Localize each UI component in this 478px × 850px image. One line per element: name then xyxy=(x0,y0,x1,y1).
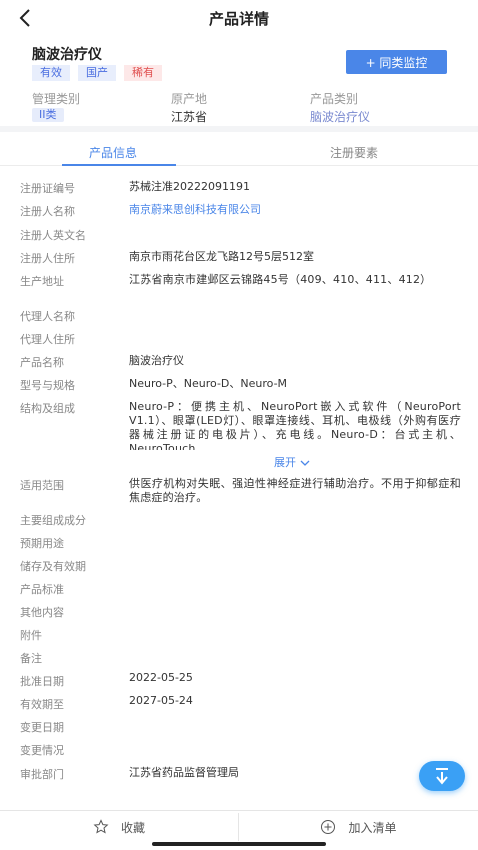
star-icon xyxy=(93,819,109,834)
row-label: 附件 xyxy=(20,629,42,642)
row-label: 代理人名称 xyxy=(20,310,75,323)
meta-label: 管理类别 xyxy=(32,92,81,106)
row-value: 供医疗机构对失眠、强迫性神经症进行辅助治疗。不用于抑郁症和焦虑症的治疗。 xyxy=(129,477,461,504)
row-label: 注册人名称 xyxy=(20,205,75,218)
row-value: 2027-05-24 xyxy=(129,694,193,707)
row-label: 适用范围 xyxy=(20,479,64,492)
row-value: 江苏省药品监督管理局 xyxy=(129,766,239,779)
registrant-link[interactable]: 南京蔚来思创科技有限公司 xyxy=(129,203,461,217)
row-label: 产品名称 xyxy=(20,356,64,369)
active-tab-indicator xyxy=(62,164,176,166)
row-value: 南京市雨花台区龙飞路12号5层512室 xyxy=(129,250,314,263)
rarity-tag: 稀有 xyxy=(124,65,162,81)
row-label: 注册人住所 xyxy=(20,252,75,265)
row-label: 审批部门 xyxy=(20,768,64,781)
row-label: 变更情况 xyxy=(20,744,64,757)
product-name: 脑波治疗仪 xyxy=(32,47,102,63)
meta-management-class: 管理类别 II类 xyxy=(32,90,80,122)
row-label: 型号与规格 xyxy=(20,379,75,392)
meta-value-link[interactable]: 脑波治疗仪 xyxy=(310,108,370,125)
row-label: 变更日期 xyxy=(20,721,64,734)
status-tag: 有效 xyxy=(32,65,70,81)
row-value: 江苏省南京市建邺区云锦路45号（409、410、411、412） xyxy=(129,273,432,286)
home-indicator xyxy=(152,842,326,846)
row-label: 产品标准 xyxy=(20,583,64,596)
tab-registration-elements[interactable]: 注册要素 xyxy=(330,144,378,161)
row-value: 2022-05-25 xyxy=(129,671,193,684)
tag-list: 有效 国产 稀有 xyxy=(32,65,162,81)
row-label: 批准日期 xyxy=(20,675,64,688)
chevron-down-icon xyxy=(300,460,309,466)
product-header: 脑波治疗仪 有效 国产 稀有 + 同类监控 管理类别 II类 原产地 江苏省 产… xyxy=(0,36,478,124)
row-value: 苏械注准20222091191 xyxy=(129,180,250,193)
row-label: 生产地址 xyxy=(20,275,64,288)
plus-circle-icon xyxy=(321,820,336,834)
row-label: 储存及有效期 xyxy=(20,560,86,573)
row-value: 脑波治疗仪 xyxy=(129,354,184,367)
top-bar: 产品详情 xyxy=(0,0,478,36)
row-label: 结构及组成 xyxy=(20,402,75,415)
row-label: 预期用途 xyxy=(20,537,64,550)
section-divider xyxy=(0,126,478,132)
meta-label: 产品类别 xyxy=(310,92,359,106)
row-label: 注册人英文名 xyxy=(20,229,86,242)
meta-origin: 原产地 江苏省 xyxy=(171,90,207,125)
favorite-label: 收藏 xyxy=(120,820,145,835)
row-label: 有效期至 xyxy=(20,698,64,711)
expand-button[interactable]: 展开 xyxy=(274,454,310,470)
add-to-list-button[interactable]: 加入清单 xyxy=(239,811,478,843)
row-label: 备注 xyxy=(20,652,42,665)
tab-product-info[interactable]: 产品信息 xyxy=(89,144,137,161)
page-title: 产品详情 xyxy=(208,10,269,28)
scroll-bottom-button[interactable] xyxy=(419,761,465,791)
row-label: 代理人住所 xyxy=(20,333,75,346)
tab-bar: 产品信息 注册要素 xyxy=(0,136,478,166)
bottom-action-bar: 收藏 加入清单 xyxy=(0,810,478,842)
row-value: Neuro-P：便携主机、NeuroPort嵌入式软件（NeuroPort V1… xyxy=(129,400,461,450)
row-label: 注册证编号 xyxy=(20,182,75,195)
class-badge: II类 xyxy=(32,108,64,122)
favorite-button[interactable]: 收藏 xyxy=(0,811,238,843)
row-value: Neuro-P、Neuro-D、Neuro-M xyxy=(129,377,288,390)
meta-value: 江苏省 xyxy=(171,110,208,124)
similar-monitor-button[interactable]: + 同类监控 xyxy=(346,50,447,74)
arrow-down-icon xyxy=(436,768,448,785)
row-label: 其他内容 xyxy=(20,606,64,619)
meta-label: 原产地 xyxy=(171,92,208,106)
meta-product-category: 产品类别 脑波治疗仪 xyxy=(310,90,370,125)
origin-tag: 国产 xyxy=(78,65,116,81)
add-to-list-label: 加入清单 xyxy=(348,820,397,835)
row-label: 主要组成成分 xyxy=(20,514,86,527)
expand-label: 展开 xyxy=(274,456,296,469)
